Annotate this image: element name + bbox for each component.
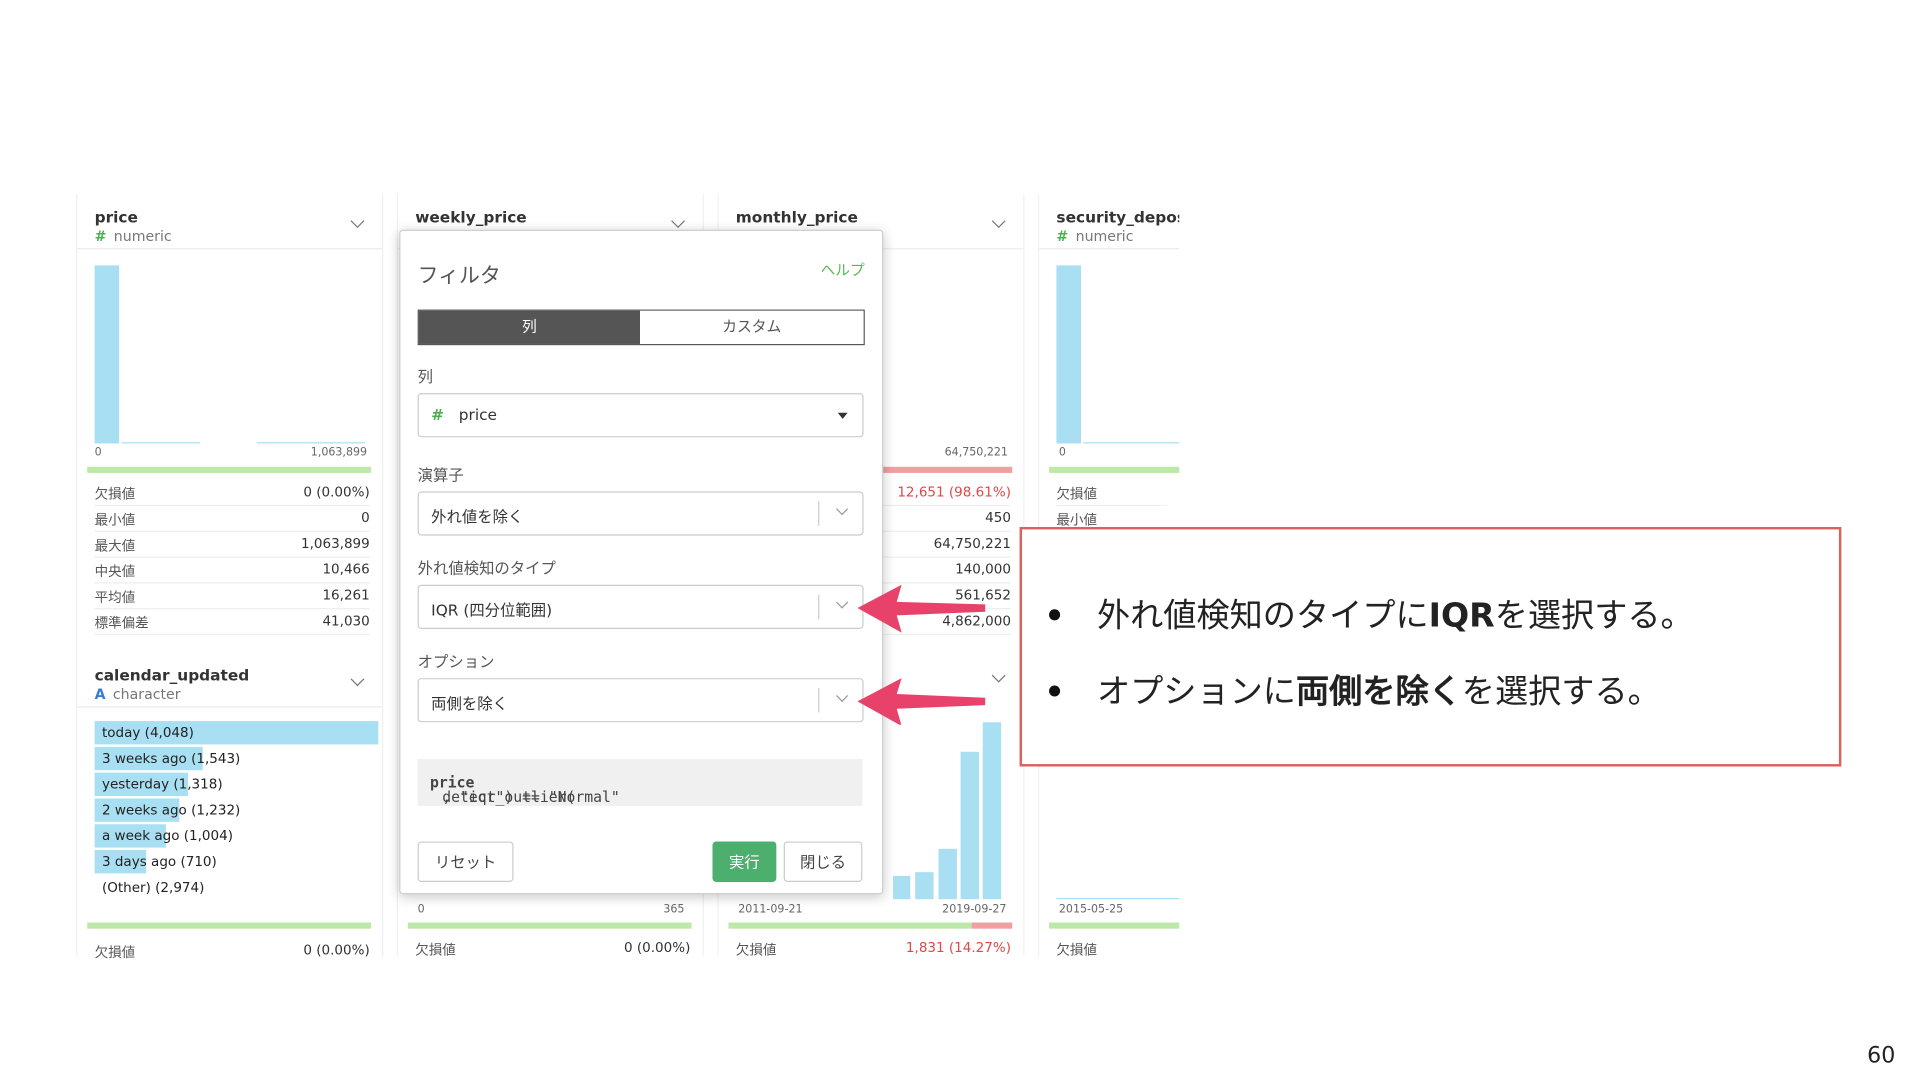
instruction-callout: 外れ値検知のタイプにIQRを選択する。 オプションに両側を除くを選択する。 bbox=[1019, 526, 1842, 767]
chevron-down-icon[interactable] bbox=[350, 214, 365, 229]
axis-max-label: 2019-09-27 bbox=[942, 904, 1007, 917]
stats-row: 平均値 16,261 bbox=[94, 582, 370, 610]
card-header: price # numeric bbox=[77, 194, 383, 250]
operator-select[interactable]: 外れ値を除く bbox=[417, 491, 864, 536]
quality-bar bbox=[87, 922, 371, 929]
card-header: security_deposi # numeric bbox=[1039, 194, 1180, 250]
axis-min-label: 2011-09-21 bbox=[738, 904, 803, 917]
option-label: オプション bbox=[417, 652, 495, 671]
numeric-icon: # bbox=[1056, 227, 1069, 245]
quality-bar bbox=[1049, 466, 1180, 473]
chevron-down-icon[interactable] bbox=[991, 214, 1006, 229]
dialog-title: フィルタ bbox=[417, 264, 501, 289]
category-label: (Other) (2,974) bbox=[101, 879, 205, 896]
histogram-bar bbox=[121, 442, 201, 444]
arrow-to-detect-type bbox=[857, 584, 986, 633]
axis-min-label: 0 bbox=[94, 447, 102, 460]
tab-column[interactable]: 列 bbox=[418, 310, 640, 344]
quality-bar-missing bbox=[971, 922, 1013, 929]
arrow-annotations bbox=[857, 584, 986, 725]
quality-bar bbox=[728, 922, 972, 929]
missing-row: 欠損値 1,831 (14.27%) bbox=[735, 939, 1011, 959]
instruction-bullet-1: 外れ値検知のタイプにIQRを選択する。 bbox=[1049, 588, 1811, 636]
chevron-down-icon bbox=[835, 503, 849, 516]
histogram-bar bbox=[94, 265, 120, 444]
detect-type-select[interactable]: IQR (四分位範囲) bbox=[417, 584, 864, 629]
stats-row: 標準偏差 41,030 bbox=[94, 608, 370, 636]
column-type: # numeric bbox=[94, 227, 172, 245]
axis-min-label: 0 bbox=[417, 904, 425, 917]
bullet-icon bbox=[1049, 609, 1061, 621]
quality-bar bbox=[407, 922, 692, 929]
chevron-down-icon bbox=[835, 596, 849, 609]
histogram-bar bbox=[893, 875, 911, 900]
stats-row: 欠損値 0 (0.00%) bbox=[94, 479, 370, 507]
character-icon: A bbox=[94, 685, 106, 703]
histogram-bar bbox=[1056, 265, 1081, 444]
filter-mode-toggle: 列 カスタム bbox=[417, 309, 865, 346]
numeric-icon: # bbox=[431, 405, 445, 424]
chevron-down-icon bbox=[835, 689, 849, 702]
reset-button[interactable]: リセット bbox=[417, 841, 514, 882]
histogram-bar bbox=[960, 751, 980, 900]
histogram-bar bbox=[256, 442, 365, 444]
quality-bar bbox=[880, 466, 1013, 473]
chevron-down-icon[interactable] bbox=[350, 672, 365, 687]
axis-max-label: 1,063,899 bbox=[310, 447, 368, 460]
instruction-bullet-2: オプションに両側を除くを選択する。 bbox=[1049, 665, 1811, 713]
category-label: 3 days ago (710) bbox=[101, 853, 217, 870]
category-label: yesterday (1,318) bbox=[101, 776, 223, 793]
histogram-bar bbox=[1083, 442, 1180, 444]
card-header: calendar_updated Acharacter bbox=[77, 652, 383, 708]
category-label: a week ago (1,004) bbox=[101, 827, 233, 844]
detect-type-label: 外れ値検知のタイプ bbox=[417, 558, 556, 578]
numeric-icon: # bbox=[94, 227, 107, 245]
help-link[interactable]: ヘルプ bbox=[821, 259, 865, 280]
missing-row: 欠損値 0 (0.00%) bbox=[94, 942, 370, 961]
histogram-bar bbox=[1056, 897, 1180, 900]
column-type: Acharacter bbox=[94, 685, 181, 703]
arrow-to-option bbox=[857, 678, 986, 725]
stats-row: 中央値 10,466 bbox=[94, 556, 370, 584]
missing-row: 欠損値 bbox=[1056, 942, 1097, 956]
stats-row: 最小値 0 bbox=[94, 505, 370, 532]
filter-dialog: フィルタ ヘルプ 列 カスタム 列 # price 演算子 外れ値を除く 外れ値検… bbox=[399, 229, 884, 895]
card-title: security_deposi bbox=[1056, 207, 1180, 227]
close-button[interactable]: 閉じる bbox=[783, 841, 863, 882]
stats-row: 欠損値 bbox=[1056, 479, 1167, 507]
filter-expression: detect_outlier(price, "iqr") == "Normal" bbox=[417, 759, 863, 806]
stats-row: 最大値 1,063,899 bbox=[94, 531, 370, 558]
option-select[interactable]: 両側を除く bbox=[417, 678, 864, 723]
operator-label: 演算子 bbox=[417, 465, 464, 484]
column-label: 列 bbox=[417, 367, 434, 386]
axis-min-label: 0 bbox=[1058, 447, 1066, 460]
histogram-bar bbox=[915, 872, 934, 900]
bullet-icon bbox=[1049, 685, 1061, 697]
category-label: 3 weeks ago (1,543) bbox=[101, 750, 241, 767]
histogram-bar bbox=[982, 722, 1002, 900]
run-button[interactable]: 実行 bbox=[712, 841, 777, 882]
category-label: 2 weeks ago (1,232) bbox=[101, 802, 241, 819]
column-select[interactable]: # price bbox=[417, 393, 864, 438]
histogram-bar bbox=[938, 848, 957, 900]
missing-row: 欠損値 0 (0.00%) bbox=[415, 939, 691, 959]
axis-min-label: 2015-05-25 bbox=[1058, 904, 1124, 917]
axis-max-label: 64,750,221 bbox=[944, 447, 1008, 460]
axis-max-label: 365 bbox=[663, 904, 685, 917]
card-title: weekly_price bbox=[415, 207, 527, 227]
quality-bar bbox=[87, 466, 371, 473]
card-title: monthly_price bbox=[735, 207, 858, 227]
column-type: # numeric bbox=[1056, 227, 1134, 245]
chevron-down-icon[interactable] bbox=[671, 214, 686, 229]
caret-down-icon bbox=[837, 412, 848, 419]
tab-custom[interactable]: カスタム bbox=[639, 310, 864, 344]
category-label: today (4,048) bbox=[101, 724, 194, 741]
page-number: 60 bbox=[1867, 1042, 1896, 1069]
card-title: price bbox=[94, 207, 138, 227]
quality-bar bbox=[1049, 922, 1180, 929]
card-title: calendar_updated bbox=[94, 665, 250, 685]
calendar-updated-card: calendar_updated Acharacter today (4,048… bbox=[76, 652, 384, 961]
